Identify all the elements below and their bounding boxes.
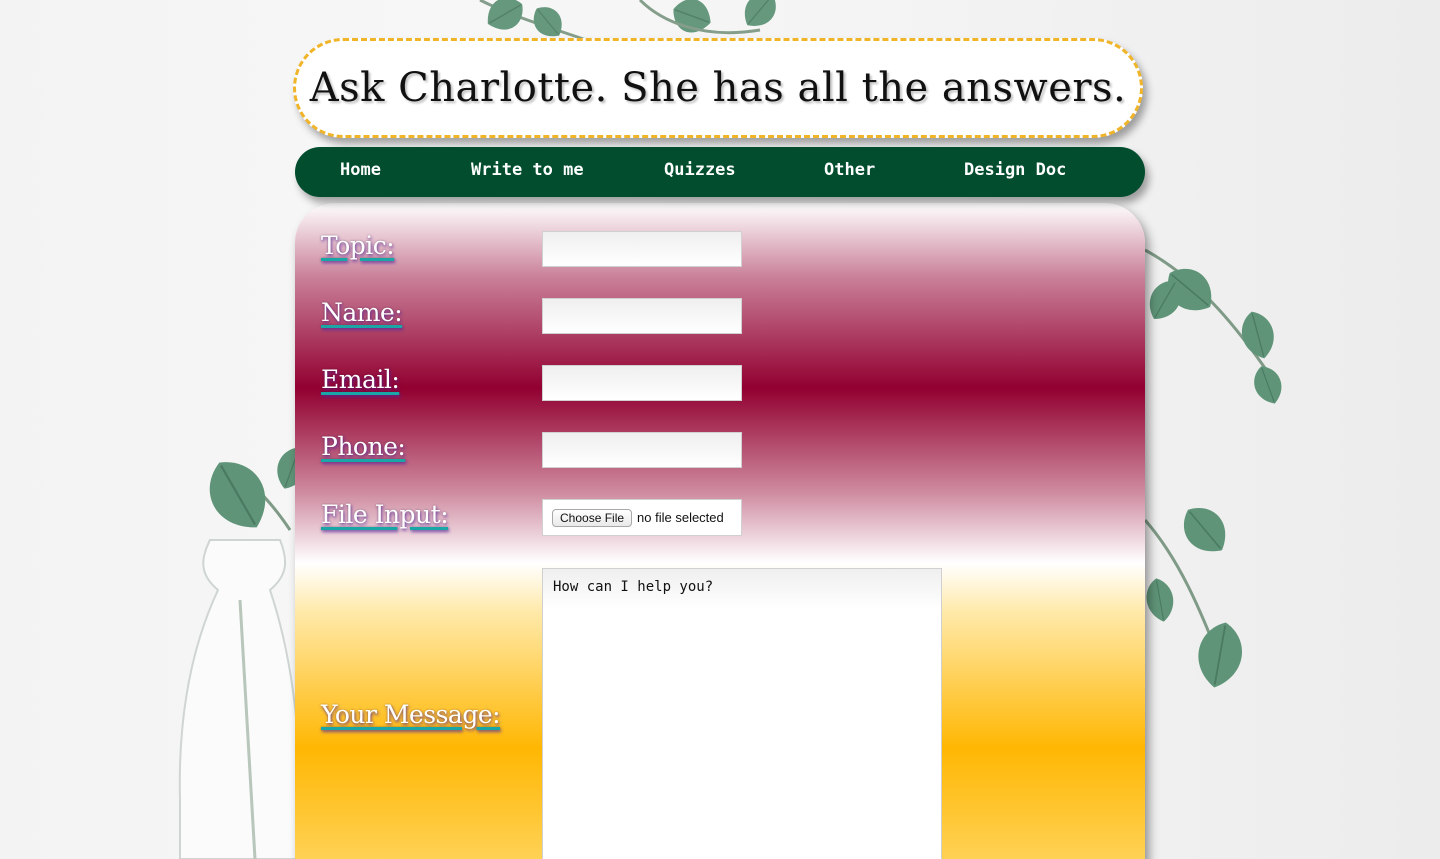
phone-label: Phone: <box>321 432 406 461</box>
main-nav: Home Write to me Quizzes Other Design Do… <box>295 147 1145 197</box>
nav-item-design-doc[interactable]: Design Doc <box>964 147 1066 197</box>
nav-item-home[interactable]: Home <box>340 147 381 197</box>
email-label: Email: <box>321 365 400 394</box>
message-label: Your Message: <box>321 700 501 729</box>
choose-file-button[interactable]: Choose File <box>552 508 633 527</box>
nav-item-quizzes[interactable]: Quizzes <box>664 147 736 197</box>
contact-form: Topic: Name: Email: Phone: File Input: C… <box>295 203 1145 859</box>
page-title: Ask Charlotte. She has all the answers. <box>309 65 1127 111</box>
message-textarea[interactable] <box>542 568 942 859</box>
topic-label: Topic: <box>321 231 395 260</box>
phone-input[interactable] <box>542 432 742 468</box>
email-input[interactable] <box>542 365 742 401</box>
name-label: Name: <box>321 298 403 327</box>
file-status-text: no file selected <box>637 510 724 525</box>
glass-vase-icon <box>178 539 301 859</box>
file-input-label: File Input: <box>321 500 449 529</box>
site-header: Ask Charlotte. She has all the answers. <box>293 38 1143 138</box>
nav-item-write-to-me[interactable]: Write to me <box>471 147 584 197</box>
name-input[interactable] <box>542 298 742 334</box>
nav-item-other[interactable]: Other <box>824 147 875 197</box>
topic-input[interactable] <box>542 231 742 267</box>
file-input[interactable]: Choose File no file selected <box>542 499 742 536</box>
